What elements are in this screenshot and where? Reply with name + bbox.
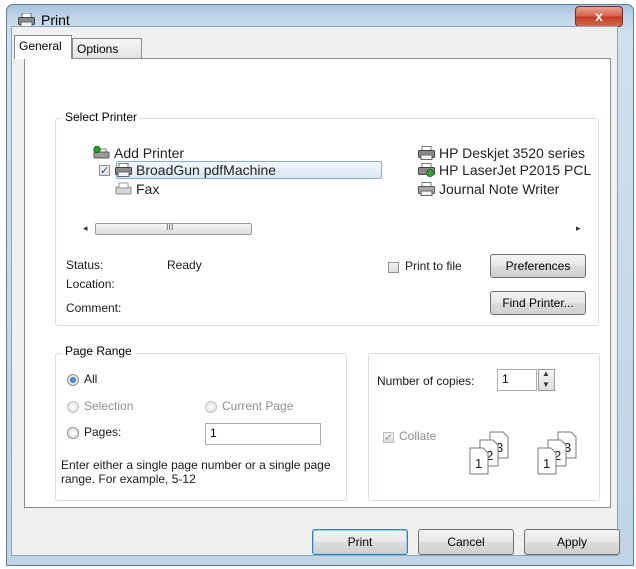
select-printer-legend: Select Printer xyxy=(62,110,141,124)
scrollbar-thumb[interactable]: III xyxy=(95,222,252,235)
page-range-hint: Enter either a single page number or a s… xyxy=(61,458,331,486)
page-range-selection-radio[interactable] xyxy=(67,401,79,413)
page-range-current-page-radio[interactable] xyxy=(205,401,217,413)
printer-item-fax[interactable]: Fax xyxy=(115,180,159,198)
cancel-button[interactable]: Cancel xyxy=(418,529,514,555)
printer-icon xyxy=(18,13,35,27)
close-button[interactable]: x xyxy=(575,6,623,27)
printer-item-broadgun[interactable]: BroadGun pdfMachine xyxy=(115,161,276,179)
printer-icon xyxy=(418,182,435,196)
printer-name: HP LaserJet P2015 PCL xyxy=(439,162,592,178)
copies-input[interactable]: 1 xyxy=(497,369,537,391)
collate-label: Collate xyxy=(399,429,437,443)
printer-item-hp-laserjet[interactable]: HP LaserJet P2015 PCL xyxy=(418,161,591,179)
spin-up-icon[interactable]: ▲ xyxy=(542,369,550,378)
print-to-file-label: Print to file xyxy=(405,259,462,273)
pages-input[interactable]: 1 xyxy=(205,423,321,445)
collate-checkbox[interactable]: ✓ xyxy=(383,432,394,444)
scroll-right-arrow-icon[interactable]: ▸ xyxy=(576,223,581,234)
page-range-current-page-label: Current Page xyxy=(222,399,294,413)
printer-list-scrollbar[interactable]: ◂ III ▸ xyxy=(83,222,583,236)
collate-illustration-icon: 3 2 1 3 2 1 xyxy=(469,431,577,475)
page-range-selection-label: Selection xyxy=(84,399,134,413)
tab-options[interactable]: Options xyxy=(72,38,142,60)
preferences-button[interactable]: Preferences xyxy=(490,254,586,278)
number-of-copies-label: Number of copies: xyxy=(377,374,475,388)
printer-item-add-printer[interactable]: Add Printer xyxy=(93,144,184,162)
network-printer-icon xyxy=(418,163,435,177)
print-to-file-checkbox[interactable] xyxy=(388,262,399,273)
spin-down-icon[interactable]: ▼ xyxy=(542,380,550,389)
location-label: Location: xyxy=(66,277,115,291)
comment-label: Comment: xyxy=(66,301,122,315)
printer-item-journal-note-writer[interactable]: Journal Note Writer xyxy=(418,180,559,198)
copies-spinner[interactable]: ▲ ▼ xyxy=(538,369,555,391)
svg-text:1: 1 xyxy=(475,456,482,471)
printer-name: Fax xyxy=(136,181,160,197)
printer-name: BroadGun pdfMachine xyxy=(136,162,277,178)
status-label: Status: xyxy=(66,258,104,272)
scroll-left-arrow-icon[interactable]: ◂ xyxy=(83,223,88,234)
page-range-all-radio[interactable] xyxy=(67,374,79,386)
printer-name: HP Deskjet 3520 series xyxy=(439,145,586,161)
tab-general[interactable]: General xyxy=(14,35,72,59)
printer-icon xyxy=(418,146,435,160)
apply-button[interactable]: Apply xyxy=(524,529,620,555)
page-range-pages-radio[interactable] xyxy=(67,427,79,439)
printer-item-hp-deskjet[interactable]: HP Deskjet 3520 series xyxy=(418,144,585,162)
printer-default-checkbox[interactable]: ✓ xyxy=(99,165,110,177)
find-printer-button[interactable]: Find Printer... xyxy=(490,291,586,315)
printer-name: Journal Note Writer xyxy=(439,181,560,197)
printer-icon xyxy=(115,163,132,177)
fax-icon xyxy=(115,182,132,195)
page-range-pages-label: Pages: xyxy=(84,425,122,439)
printer-name: Add Printer xyxy=(114,145,185,161)
svg-text:1: 1 xyxy=(543,456,550,471)
add-printer-icon xyxy=(93,146,110,159)
print-button[interactable]: Print xyxy=(312,529,408,555)
page-range-all-label: All xyxy=(84,372,98,386)
grip-icon: III xyxy=(166,222,174,232)
page-range-legend: Page Range xyxy=(62,344,135,358)
status-value: Ready xyxy=(167,258,202,272)
